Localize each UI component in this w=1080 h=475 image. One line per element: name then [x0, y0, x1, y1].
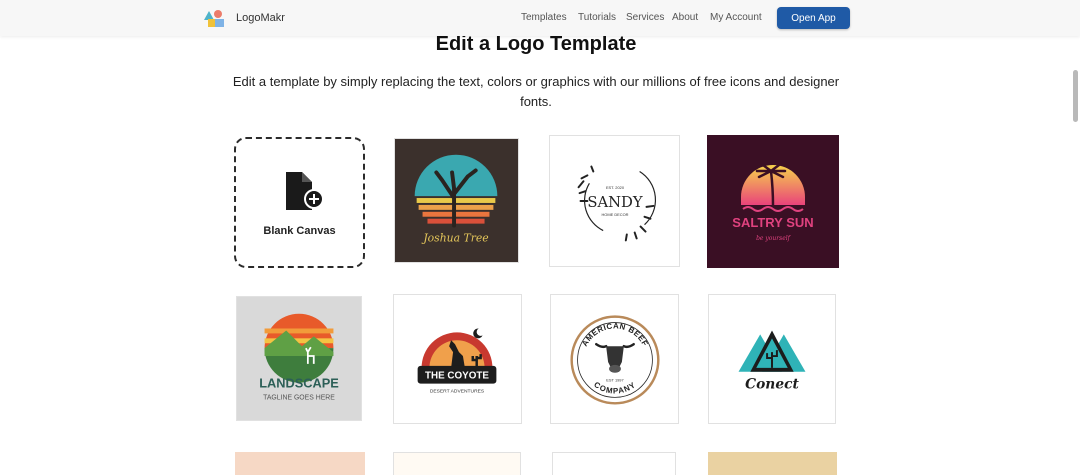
brand-logo[interactable]: LogoMakr — [203, 8, 285, 28]
sandy-est: EST. 2020 — [606, 185, 625, 190]
template-landscape[interactable]: LANDSCAPE TAGLINE GOES HERE — [236, 296, 362, 421]
nav-services[interactable]: Services — [626, 12, 664, 23]
template-saltry-sun[interactable]: SALTRY SUN be yourself — [707, 135, 839, 268]
template-sandy[interactable]: EST. 2020 SANDY HOME DECOR — [549, 135, 680, 267]
saltry-sun-title: SALTRY SUN — [732, 215, 813, 230]
sandy-title: SANDY — [587, 194, 643, 211]
joshua-tree-text: Joshua Tree — [421, 231, 488, 244]
scrollbar-thumb[interactable] — [1073, 70, 1078, 122]
template-conect[interactable]: Conect — [708, 294, 836, 424]
the-coyote-title: THE COYOTE — [425, 371, 489, 382]
nav-templates[interactable]: Templates — [521, 12, 567, 23]
page-title: Edit a Logo Template — [435, 33, 637, 55]
conect-logo: Conect — [709, 295, 835, 423]
template-american-beef[interactable]: AMERICAN BEEF COMPANY EST 1997 — [550, 294, 679, 424]
top-navbar: LogoMakr Templates Tutorials Services Ab… — [0, 0, 1080, 36]
new-file-icon — [286, 172, 323, 210]
blank-canvas-card[interactable]: Blank Canvas — [234, 137, 365, 268]
landscape-logo: LANDSCAPE TAGLINE GOES HERE — [237, 297, 361, 420]
landscape-tagline: TAGLINE GOES HERE — [263, 394, 335, 401]
page-subtitle: Edit a template by simply replacing the … — [232, 74, 840, 109]
open-app-button[interactable]: Open App — [777, 7, 850, 29]
template-the-coyote[interactable]: THE COYOTE DESERT ADVENTURES — [393, 294, 522, 424]
the-coyote-tagline: DESERT ADVENTURES — [430, 388, 485, 394]
joshua-tree-logo: Joshua Tree — [395, 139, 518, 262]
template-row3-3[interactable] — [552, 452, 676, 475]
template-row3-2[interactable] — [393, 452, 521, 475]
nav-about[interactable]: About — [672, 12, 698, 23]
conect-title: Conect — [745, 377, 799, 393]
page: LogoMakr Templates Tutorials Services Ab… — [0, 0, 1080, 475]
nav-tutorials[interactable]: Tutorials — [578, 12, 616, 23]
blank-canvas-label: Blank Canvas — [263, 225, 336, 237]
sandy-logo: EST. 2020 SANDY HOME DECOR — [550, 136, 679, 266]
american-beef-logo: AMERICAN BEEF COMPANY EST 1997 — [551, 295, 678, 423]
template-row3-1[interactable] — [235, 452, 365, 475]
american-beef-est: EST 1997 — [606, 378, 623, 383]
template-row3-4[interactable] — [708, 452, 837, 475]
template-joshua-tree[interactable]: Joshua Tree — [394, 138, 519, 263]
landscape-title: LANDSCAPE — [259, 376, 339, 391]
the-coyote-logo: THE COYOTE DESERT ADVENTURES — [394, 295, 521, 423]
nav-my-account[interactable]: My Account — [710, 12, 762, 23]
logomakr-icon — [204, 10, 224, 27]
saltry-sun-logo: SALTRY SUN be yourself — [707, 135, 839, 268]
sandy-tagline: HOME DECOR — [601, 212, 628, 217]
saltry-sun-tagline: be yourself — [756, 235, 792, 242]
brand-name: LogoMakr — [236, 12, 285, 24]
